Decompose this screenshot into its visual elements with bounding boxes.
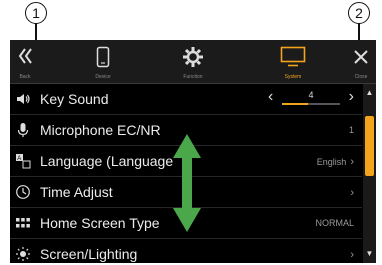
tab-function-label: Function <box>183 74 203 80</box>
language-label: Language (Language <box>40 153 174 169</box>
key-sound-track <box>282 103 340 105</box>
microphone-label: Microphone EC/NR <box>40 122 161 138</box>
key-sound-label: Key Sound <box>40 91 109 107</box>
callout-1: 1 <box>25 2 47 24</box>
screen-lighting-value-wrap: › <box>346 249 354 261</box>
list-item-screen-lighting[interactable]: Screen/Lighting › <box>10 239 362 263</box>
language-value-wrap: English › <box>317 156 354 168</box>
time-adjust-value-wrap: › <box>346 187 354 199</box>
head-unit-screen: Back Device Function System Close Key So… <box>10 40 376 263</box>
chevron-right-icon: › <box>350 187 354 199</box>
scroll-gesture-arrow-icon <box>173 134 201 232</box>
screen-lighting-label: Screen/Lighting <box>40 246 138 262</box>
back-label: Back <box>19 74 31 80</box>
brightness-icon <box>16 247 30 261</box>
language-value: English <box>316 157 347 167</box>
key-sound-level <box>282 103 309 105</box>
clock-icon <box>16 185 30 199</box>
close-button[interactable]: Close <box>346 40 376 83</box>
time-adjust-label: Time Adjust <box>40 184 113 200</box>
list-item-key-sound[interactable]: Key Sound ‹ 4 › <box>10 84 362 115</box>
phone-icon <box>96 46 110 68</box>
home-screen-type-value: NORMAL <box>315 218 354 228</box>
microphone-value: 1 <box>348 125 354 135</box>
key-sound-value: 4 <box>308 90 314 100</box>
increase-chevron-icon[interactable]: › <box>349 88 354 106</box>
language-icon: A <box>16 154 31 169</box>
scrollbar-thumb[interactable] <box>365 116 374 176</box>
key-sound-slider[interactable]: ‹ 4 › <box>266 88 356 110</box>
tab-device-label: Device <box>95 74 111 80</box>
top-bar: Back Device Function System Close <box>10 40 376 84</box>
back-button[interactable]: Back <box>10 40 40 83</box>
microphone-icon <box>17 123 29 137</box>
speaker-icon <box>17 94 30 104</box>
scroll-down-icon[interactable]: ▼ <box>363 247 376 261</box>
tab-system[interactable]: System <box>268 40 318 83</box>
close-icon <box>354 50 368 64</box>
home-screen-type-label: Home Screen Type <box>40 215 160 231</box>
tab-system-label: System <box>284 74 302 80</box>
close-label: Close <box>354 74 368 80</box>
gear-icon <box>183 47 203 67</box>
chevron-right-icon: › <box>350 249 354 261</box>
tab-device[interactable]: Device <box>80 40 126 83</box>
scroll-up-icon[interactable]: ▲ <box>363 86 376 100</box>
grid-icon <box>16 218 30 228</box>
double-chevron-left-icon <box>18 48 32 64</box>
tab-function[interactable]: Function <box>170 40 216 83</box>
scrollbar[interactable]: ▲ ▼ <box>363 84 376 263</box>
callout-2: 2 <box>348 2 370 24</box>
svg-text:A: A <box>17 156 21 162</box>
monitor-icon <box>280 46 306 67</box>
chevron-right-icon: › <box>350 156 354 168</box>
